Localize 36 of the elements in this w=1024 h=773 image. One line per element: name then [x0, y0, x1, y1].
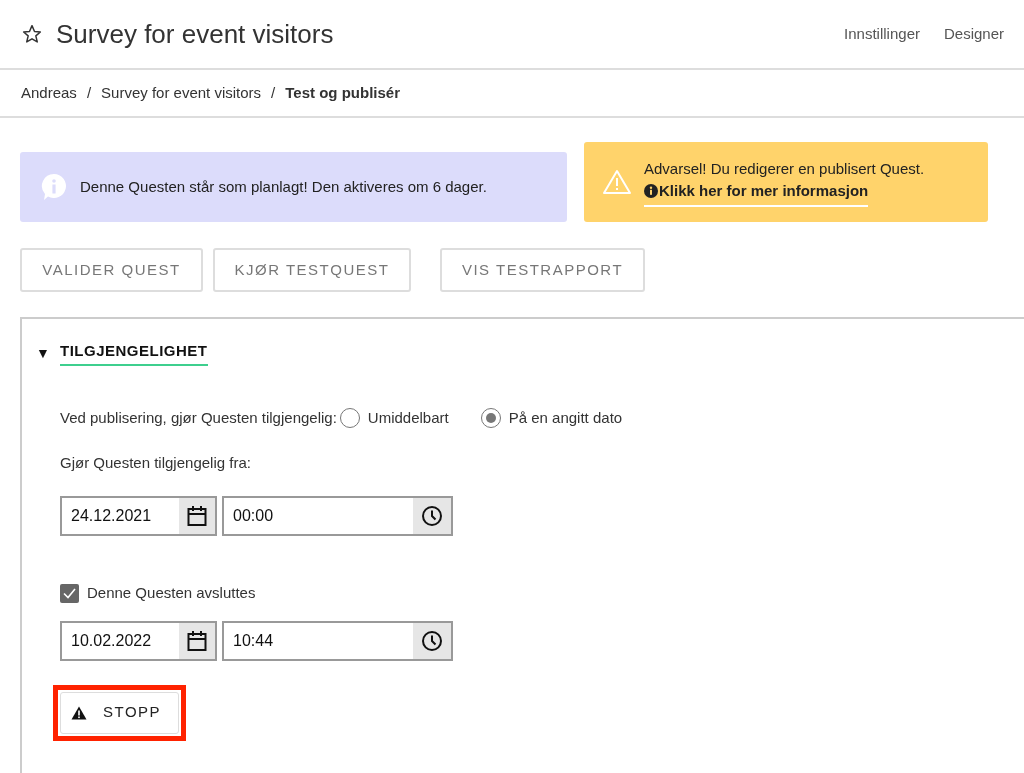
date-field[interactable]: 24.12.2021 — [60, 496, 217, 536]
collapse-toggle[interactable]: ▼ — [36, 342, 60, 364]
star-icon[interactable] — [22, 24, 42, 44]
header-link[interactable]: Designer — [943, 22, 1004, 46]
breadcrumb-link[interactable]: Test og publisér — [285, 81, 400, 105]
page-title: Survey for event visitors — [56, 17, 334, 51]
action-button[interactable]: KJØR TESTQUEST — [213, 248, 411, 292]
breadcrumb-link[interactable]: Survey for event visitors — [101, 81, 262, 105]
info-message: Denne Questen står som planlagt! Den aktiveres om 6 dager. — [80, 176, 487, 197]
clock-icon[interactable] — [421, 629, 443, 652]
time-field[interactable]: 00:00 — [222, 496, 453, 536]
calendar-icon[interactable] — [187, 505, 207, 527]
calendar-icon[interactable] — [187, 629, 207, 652]
warning-icon — [602, 169, 632, 195]
breadcrumb-link[interactable]: Andreas — [21, 81, 77, 105]
warning-icon — [71, 705, 87, 720]
breadcrumb-separator: / — [86, 82, 92, 103]
info-icon — [644, 184, 658, 199]
radio-option[interactable]: På en angitt dato — [480, 407, 623, 430]
checkbox[interactable] — [60, 583, 79, 603]
time-field[interactable]: 10:44 — [222, 620, 453, 661]
end-checkbox[interactable]: Denne Questen avsluttes — [60, 582, 256, 605]
from-label: Gjør Questen tilgjengelig fra: — [60, 452, 252, 473]
info-icon — [40, 172, 68, 202]
more-info-link[interactable]: Klikk her for mer informasjon — [644, 180, 869, 207]
header-link[interactable]: Innstillinger — [844, 22, 920, 46]
date-field[interactable]: 10.02.2022 — [60, 620, 217, 661]
clock-icon[interactable] — [421, 505, 443, 527]
action-button[interactable]: VALIDER QUEST — [20, 248, 203, 292]
breadcrumb-separator: / — [271, 82, 276, 103]
stop-button[interactable]: STOPP — [60, 691, 179, 734]
warning-message: Advarsel! Du redigerer en publisert Quest. — [644, 158, 925, 179]
radio-option[interactable]: Umiddelbart — [339, 407, 449, 430]
action-button[interactable]: VIS TESTRAPPORT — [440, 248, 645, 292]
section-title: TILGJENGELIGHET — [60, 340, 208, 366]
publish-label: Ved publisering, gjør Questen tilgjengelig: — [60, 408, 337, 428]
